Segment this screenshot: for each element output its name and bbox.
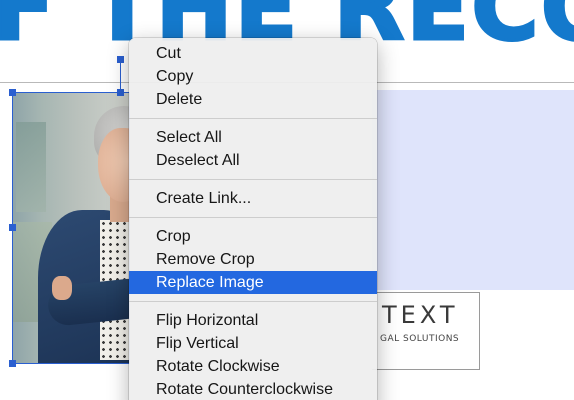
resize-handle-middle-left[interactable] bbox=[9, 224, 16, 231]
resize-handle-top-right[interactable] bbox=[117, 89, 124, 96]
menu-separator bbox=[129, 179, 377, 180]
menu-item-deselect-all[interactable]: Deselect All bbox=[129, 149, 377, 172]
photo-hand bbox=[52, 276, 72, 300]
selected-image[interactable] bbox=[12, 92, 130, 364]
menu-item-copy[interactable]: Copy bbox=[129, 65, 377, 88]
menu-item-delete[interactable]: Delete bbox=[129, 88, 377, 111]
resize-handle-top-left[interactable] bbox=[9, 89, 16, 96]
menu-separator bbox=[129, 118, 377, 119]
menu-item-create-link[interactable]: Create Link... bbox=[129, 187, 377, 210]
resize-handle-bottom-left[interactable] bbox=[9, 360, 16, 367]
menu-item-crop[interactable]: Crop bbox=[129, 225, 377, 248]
logo-sub-text: GAL SOLUTIONS bbox=[380, 334, 460, 344]
menu-item-replace-image[interactable]: Replace Image bbox=[129, 271, 377, 294]
logo-main-text: TEXT bbox=[382, 301, 459, 329]
blue-content-block[interactable] bbox=[372, 90, 574, 290]
rotation-handle-line bbox=[120, 59, 121, 92]
menu-item-rotate-clockwise[interactable]: Rotate Clockwise bbox=[129, 355, 377, 378]
photo-background bbox=[16, 122, 46, 212]
menu-item-rotate-counterclockwise[interactable]: Rotate Counterclockwise bbox=[129, 378, 377, 400]
context-menu: Cut Copy Delete Select All Deselect All Creat… bbox=[129, 38, 377, 400]
document-canvas[interactable]: F THE RECO TEXT GAL SOLUTIONS Cut Copy Del… bbox=[0, 0, 574, 400]
logo-box[interactable]: TEXT GAL SOLUTIONS bbox=[372, 292, 480, 370]
menu-separator bbox=[129, 301, 377, 302]
rotation-handle[interactable] bbox=[117, 56, 124, 63]
menu-item-flip-horizontal[interactable]: Flip Horizontal bbox=[129, 309, 377, 332]
photo-face bbox=[98, 128, 130, 202]
menu-separator bbox=[129, 217, 377, 218]
menu-item-flip-vertical[interactable]: Flip Vertical bbox=[129, 332, 377, 355]
menu-item-select-all[interactable]: Select All bbox=[129, 126, 377, 149]
menu-item-remove-crop[interactable]: Remove Crop bbox=[129, 248, 377, 271]
menu-item-cut[interactable]: Cut bbox=[129, 42, 377, 65]
